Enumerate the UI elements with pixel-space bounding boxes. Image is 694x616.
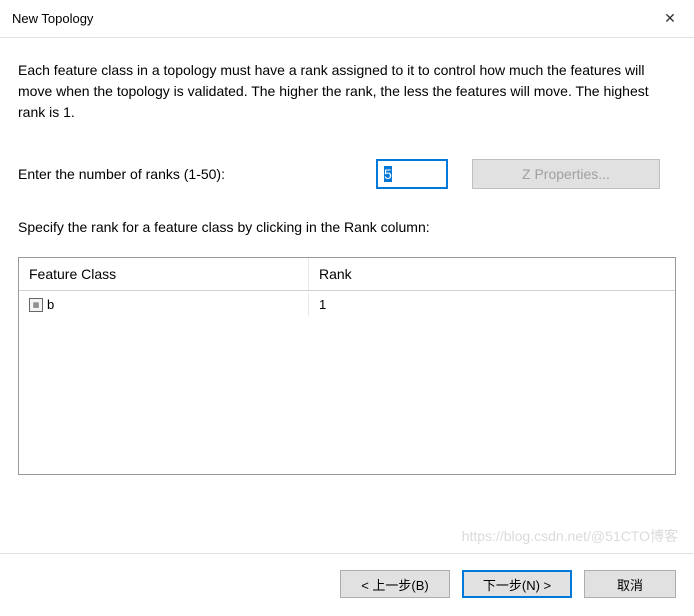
rank-input-row: Enter the number of ranks (1-50): Z Prop…: [18, 159, 676, 189]
close-button[interactable]: ✕: [646, 0, 694, 38]
dialog-content: Each feature class in a topology must ha…: [0, 38, 694, 487]
feature-class-icon: ▦: [29, 298, 43, 312]
table-body: ▦ b 1: [19, 291, 675, 318]
watermark-text: https://blog.csdn.net/@51CTO博客: [462, 526, 678, 546]
rank-value: 1: [319, 297, 326, 312]
column-header-rank[interactable]: Rank: [309, 258, 675, 290]
titlebar: New Topology ✕: [0, 0, 694, 38]
back-button[interactable]: < 上一步(B): [340, 570, 450, 598]
column-header-feature-class[interactable]: Feature Class: [19, 258, 309, 290]
wizard-footer: < 上一步(B) 下一步(N) > 取消: [0, 553, 694, 616]
cancel-button[interactable]: 取消: [584, 570, 676, 598]
table-header: Feature Class Rank: [19, 258, 675, 291]
feature-class-name: b: [47, 297, 54, 312]
cell-rank[interactable]: 1: [309, 293, 675, 316]
table-row[interactable]: ▦ b 1: [19, 291, 675, 318]
cell-feature-class[interactable]: ▦ b: [19, 293, 309, 316]
feature-class-table[interactable]: Feature Class Rank ▦ b 1: [18, 257, 676, 475]
rank-count-input[interactable]: [376, 159, 448, 189]
description-text: Each feature class in a topology must ha…: [18, 60, 676, 123]
window-title: New Topology: [12, 11, 93, 26]
next-button[interactable]: 下一步(N) >: [462, 570, 572, 598]
z-properties-button: Z Properties...: [472, 159, 660, 189]
rank-input-label: Enter the number of ranks (1-50):: [18, 166, 376, 182]
close-icon: ✕: [664, 10, 676, 27]
specify-rank-label: Specify the rank for a feature class by …: [18, 219, 676, 235]
